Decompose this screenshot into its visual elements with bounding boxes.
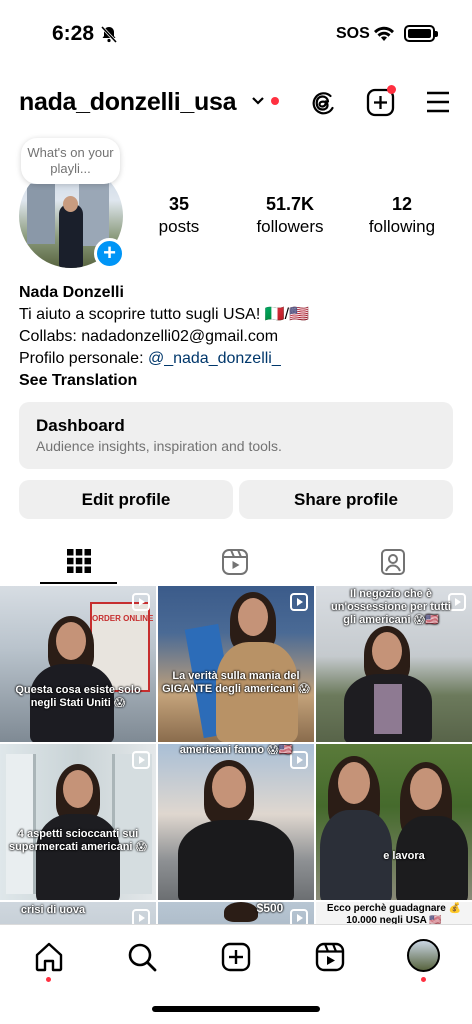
dashboard-subtitle: Audience insights, inspiration and tools… — [36, 438, 282, 454]
home-icon[interactable] — [33, 941, 65, 973]
reel-icon — [132, 751, 150, 769]
bio-personal-profile: Profilo personale: @_nada_donzelli_ — [19, 348, 459, 370]
posts-grid: ORDER ONLINE Questa cosa esiste solo neg… — [0, 586, 472, 924]
grid-post-7[interactable]: crisi di uova — [0, 902, 156, 924]
posts-label: posts — [158, 217, 200, 236]
search-icon[interactable] — [126, 941, 158, 973]
sos-indicator: SOS — [336, 25, 370, 42]
post-caption: Ecco perchè guadagnare 💰10.000 negli USA… — [326, 903, 462, 924]
grid-post-2[interactable]: La verità sulla mania del GIGANTE degli … — [158, 586, 314, 742]
tagged-icon — [381, 549, 405, 575]
bio-email: Collabs: nadadonzelli02@gmail.com — [19, 328, 279, 345]
post-caption: $500 — [256, 902, 284, 915]
status-bar: 6:28 SOS — [0, 0, 472, 70]
post-caption: crisi di uova — [20, 904, 86, 916]
battery-icon — [404, 25, 438, 42]
add-story-icon[interactable]: + — [94, 238, 125, 269]
edit-profile-button[interactable]: Edit profile — [19, 480, 233, 519]
bio-personal-label: Profilo personale: — [19, 350, 148, 367]
tab-tagged[interactable] — [314, 546, 471, 584]
tab-posts-grid[interactable] — [0, 546, 157, 584]
following-label: following — [368, 217, 436, 236]
share-profile-button[interactable]: Share profile — [239, 480, 453, 519]
grid-post-8[interactable]: $500 — [158, 902, 314, 924]
followers-stat[interactable]: 51.7K followers — [250, 194, 330, 237]
menu-icon[interactable] — [424, 89, 452, 115]
dashboard-title: Dashboard — [36, 416, 125, 435]
threads-icon[interactable] — [309, 89, 337, 117]
reel-icon — [132, 909, 150, 924]
post-caption: Il negozio che è un'ossessione per tutti… — [331, 588, 451, 626]
grid-icon — [67, 549, 91, 573]
profile-bio: Nada Donzelli Ti aiuto a scoprire tutto … — [19, 282, 459, 392]
profile-nav-avatar[interactable] — [407, 939, 440, 972]
create-notification-dot — [387, 85, 396, 94]
profile-header: nada_donzelli_usa — [0, 80, 472, 126]
following-count: 12 — [391, 194, 413, 214]
note-bubble[interactable]: What's on your playli... — [21, 138, 120, 184]
tab-reels[interactable] — [157, 546, 314, 584]
wifi-icon — [374, 26, 394, 41]
reel-icon — [132, 593, 150, 611]
home-indicator[interactable] — [152, 1006, 320, 1012]
store-sign-text: ORDER ONLINE — [92, 614, 154, 623]
create-icon[interactable] — [220, 941, 252, 973]
post-caption: 4 aspetti scioccanti sui supermercati am… — [8, 828, 148, 853]
bio-line: Ti aiuto a scoprire tutto sugli USA! 🇮🇹/… — [19, 306, 310, 323]
chevron-down-icon[interactable] — [251, 96, 265, 106]
posts-count: 35 — [168, 194, 190, 214]
posts-stat[interactable]: 35 posts — [150, 194, 208, 237]
grid-post-9[interactable]: Ecco perchè guadagnare 💰10.000 negli USA… — [316, 902, 472, 924]
profile-notification-dot — [421, 977, 426, 982]
reel-icon — [290, 593, 308, 611]
grid-post-1[interactable]: ORDER ONLINE Questa cosa esiste solo neg… — [0, 586, 156, 742]
home-notification-dot — [46, 977, 51, 982]
grid-post-4[interactable]: 4 aspetti scioccanti sui supermercati am… — [0, 744, 156, 900]
post-caption: La verità sulla mania del GIGANTE degli … — [162, 670, 310, 695]
post-caption: Questa cosa esiste solo negli Stati Unit… — [15, 684, 141, 709]
see-translation-link[interactable]: See Translation — [19, 370, 459, 392]
active-tab-indicator — [40, 582, 117, 584]
following-stat[interactable]: 12 following — [362, 194, 442, 237]
personal-profile-link[interactable]: @_nada_donzelli_ — [148, 350, 281, 367]
followers-count: 51.7K — [265, 194, 315, 214]
post-caption: americani fanno 😱🇺🇸 — [179, 744, 293, 756]
reel-icon — [290, 909, 308, 924]
reels-nav-icon[interactable] — [314, 941, 346, 973]
grid-post-5[interactable]: americani fanno 😱🇺🇸 — [158, 744, 314, 900]
status-time: 6:28 — [52, 22, 95, 45]
username-switcher[interactable]: nada_donzelli_usa — [19, 88, 237, 117]
notification-dot — [271, 97, 279, 105]
bell-muted-icon — [100, 25, 118, 43]
grid-post-6[interactable]: e lavora — [316, 744, 472, 900]
post-caption: e lavora — [383, 850, 425, 862]
grid-post-3[interactable]: Il negozio che è un'ossessione per tutti… — [316, 586, 472, 742]
display-name: Nada Donzelli — [19, 284, 124, 301]
followers-label: followers — [256, 217, 324, 236]
reels-icon — [222, 549, 248, 575]
dashboard-card[interactable]: Dashboard Audience insights, inspiration… — [19, 402, 453, 469]
